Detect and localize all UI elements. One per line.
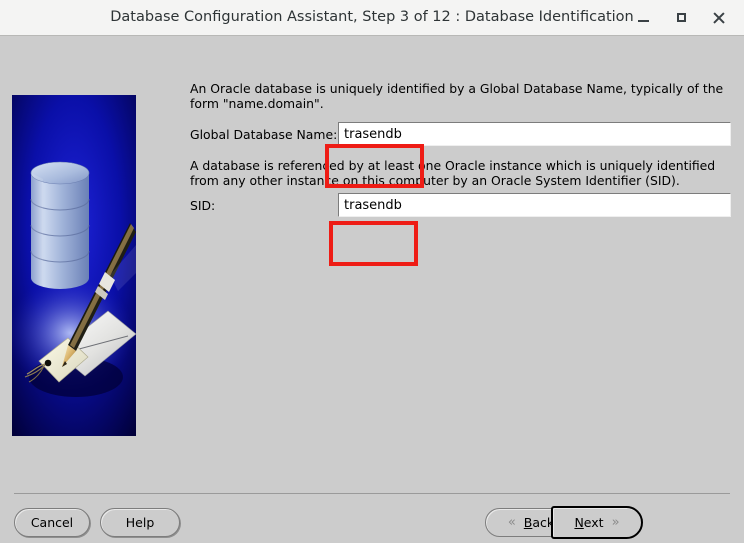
sid-label: SID: xyxy=(190,198,216,213)
chevron-right-icon: » xyxy=(611,515,620,530)
help-button[interactable]: Help xyxy=(100,508,180,537)
minimize-button[interactable] xyxy=(628,0,658,35)
next-button-label: Next xyxy=(574,515,604,530)
maximize-button[interactable] xyxy=(666,0,696,35)
minimize-icon xyxy=(637,20,649,22)
sid-input[interactable] xyxy=(338,193,731,217)
banner-illustration xyxy=(12,95,136,436)
intro-paragraph-global-db-name: An Oracle database is uniquely identifie… xyxy=(190,81,724,111)
help-button-label: Help xyxy=(125,515,155,530)
global-db-name-input[interactable] xyxy=(338,122,731,146)
navigation-button-group: « Back Next » xyxy=(485,506,643,539)
chevron-left-icon: « xyxy=(507,515,516,530)
close-icon xyxy=(713,12,725,24)
intro-paragraph-sid: A database is referenced by at least one… xyxy=(190,158,716,188)
next-button[interactable]: Next » xyxy=(551,506,643,539)
close-button[interactable] xyxy=(704,0,734,35)
back-button-label: Back xyxy=(523,515,555,530)
dialog-content: An Oracle database is uniquely identifie… xyxy=(0,36,744,543)
cancel-button[interactable]: Cancel xyxy=(14,508,90,537)
title-bar: Database Configuration Assistant, Step 3… xyxy=(0,0,744,36)
cancel-button-label: Cancel xyxy=(30,515,74,530)
database-pen-tag-icon xyxy=(12,95,136,436)
database-cylinder xyxy=(30,161,90,289)
maximize-icon xyxy=(676,13,686,22)
global-db-name-label: Global Database Name: xyxy=(190,127,338,142)
form-pane: An Oracle database is uniquely identifie… xyxy=(190,36,734,496)
dbca-window: Database Configuration Assistant, Step 3… xyxy=(0,0,744,543)
footer-separator xyxy=(14,493,730,494)
